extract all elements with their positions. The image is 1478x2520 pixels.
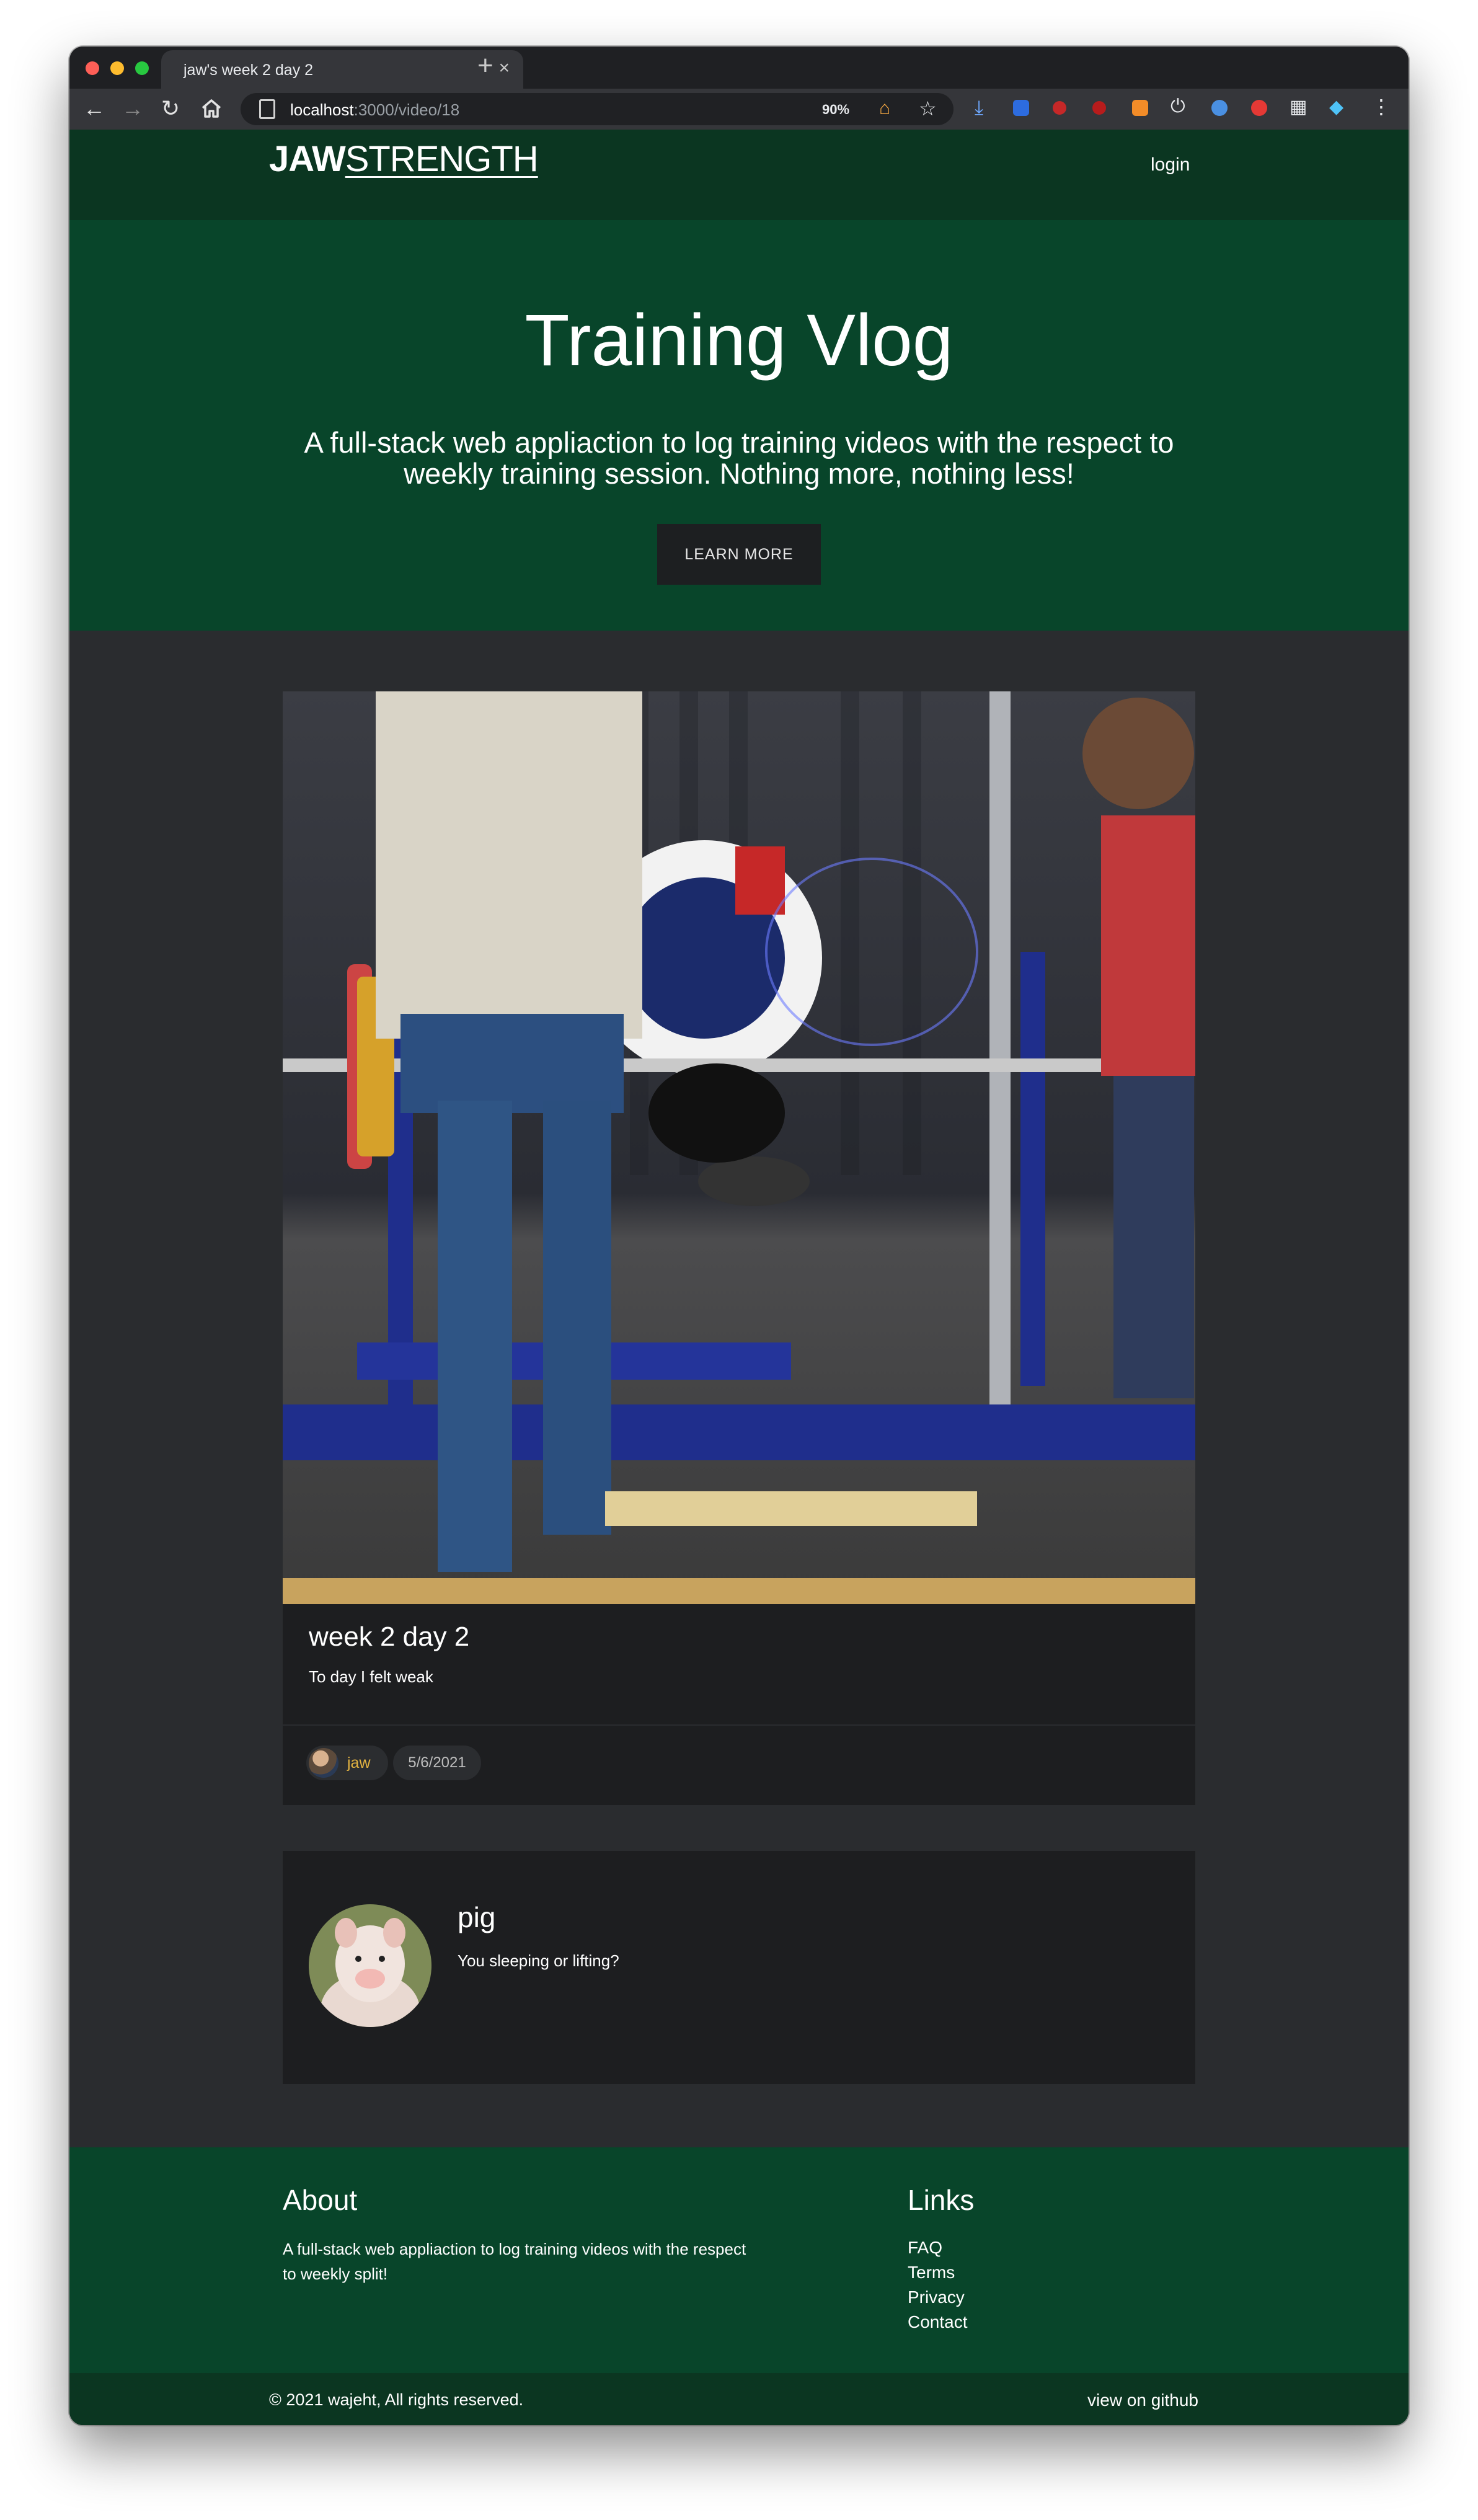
hero-title: Training Vlog <box>524 299 954 381</box>
minimize-window-button[interactable] <box>110 61 124 75</box>
browser-window: jaw's week 2 day 2 × + ← → ↻ localhost:3… <box>69 47 1409 2425</box>
menu-kebab-icon[interactable]: ⋮ <box>1371 95 1391 118</box>
url-path: :3000/video/18 <box>353 100 460 119</box>
hero-subtitle: A full-stack web appliaction to log trai… <box>304 426 1174 490</box>
maximize-window-button[interactable] <box>135 61 149 75</box>
power-icon[interactable]: ⏻ <box>1170 96 1185 117</box>
footer-link-privacy[interactable]: Privacy <box>908 2285 968 2310</box>
login-link[interactable]: login <box>1151 154 1190 175</box>
copyright-text: © 2021 wajeht, All rights reserved. <box>269 2390 524 2409</box>
url-host: localhost <box>290 100 354 119</box>
ublock-icon[interactable] <box>1092 101 1106 115</box>
url-text: localhost:3000/video/18 <box>290 100 459 120</box>
extension-glasses-icon[interactable] <box>1053 101 1066 115</box>
extension-shield-icon[interactable] <box>1013 100 1029 116</box>
new-tab-button[interactable]: + <box>477 50 493 81</box>
extensions-grid-icon[interactable]: ▦ <box>1290 96 1307 118</box>
footer-link-terms[interactable]: Terms <box>908 2260 968 2285</box>
about-text: A full-stack web appliaction to log trai… <box>283 2240 746 2283</box>
brand-light: STRENGTH <box>345 139 539 179</box>
home-extension-icon[interactable]: ⌂ <box>879 98 890 119</box>
commenter-avatar <box>309 1904 431 2027</box>
reload-icon[interactable]: ↻ <box>161 95 180 122</box>
brand-bold: JAW <box>269 139 346 179</box>
card-divider <box>283 1724 1195 1726</box>
footer-link-faq[interactable]: FAQ <box>908 2235 968 2260</box>
github-link[interactable]: view on github <box>1087 2390 1198 2410</box>
tab-strip: jaw's week 2 day 2 × + <box>69 47 1409 89</box>
brand-logo[interactable]: JAWSTRENGTH <box>269 138 539 180</box>
zoom-indicator[interactable]: 90% <box>822 102 849 118</box>
video-thumbnail[interactable] <box>283 691 1195 1604</box>
footer-links: FAQ Terms Privacy Contact <box>908 2235 968 2335</box>
commenter-name: pig <box>458 1901 496 1933</box>
comment-card: pig You sleeping or lifting? <box>283 1851 1195 2084</box>
site-navbar: JAWSTRENGTH login <box>69 130 1409 220</box>
page: JAWSTRENGTH login Training Vlog A full-s… <box>69 130 1409 2425</box>
youtube-extension-icon[interactable] <box>1251 100 1267 116</box>
download-icon[interactable]: ⤓ <box>975 96 983 120</box>
copyright-bar: © 2021 wajeht, All rights reserved. view… <box>69 2373 1409 2425</box>
browser-tab[interactable]: jaw's week 2 day 2 × <box>161 50 523 89</box>
author-chip[interactable]: jaw <box>306 1746 388 1780</box>
tab-title: jaw's week 2 day 2 <box>184 61 314 79</box>
home-icon[interactable] <box>201 99 222 118</box>
video-title: week 2 day 2 <box>309 1622 470 1652</box>
author-avatar <box>309 1748 339 1778</box>
diamond-extension-icon[interactable]: ◆ <box>1329 96 1343 118</box>
extension-compass-icon[interactable] <box>1211 100 1228 116</box>
about-heading: About <box>283 2184 358 2216</box>
date-chip: 5/6/2021 <box>393 1746 481 1780</box>
extension-cup-icon[interactable] <box>1132 100 1148 116</box>
browser-toolbar: ← → ↻ localhost:3000/video/18 90% ⌂ ☆ ⤓ … <box>69 89 1409 130</box>
back-icon[interactable]: ← <box>83 95 105 122</box>
bookmark-star-icon[interactable]: ☆ <box>919 97 937 120</box>
close-tab-icon[interactable]: × <box>498 58 510 79</box>
comment-text: You sleeping or lifting? <box>458 1951 619 1970</box>
author-name: jaw <box>347 1754 371 1772</box>
video-card: week 2 day 2 To day I felt weak jaw 5/6/… <box>283 691 1195 1805</box>
site-footer: About A full-stack web appliaction to lo… <box>69 2147 1409 2373</box>
page-info-icon[interactable] <box>259 99 275 119</box>
close-window-button[interactable] <box>86 61 99 75</box>
links-heading: Links <box>908 2184 975 2216</box>
video-description: To day I felt weak <box>309 1667 433 1686</box>
learn-more-button[interactable]: LEARN MORE <box>657 524 821 585</box>
hero-section: Training Vlog A full-stack web appliacti… <box>69 220 1409 631</box>
address-bar[interactable]: localhost:3000/video/18 90% ⌂ ☆ <box>241 93 954 125</box>
footer-link-contact[interactable]: Contact <box>908 2310 968 2335</box>
forward-icon[interactable]: → <box>122 95 144 122</box>
